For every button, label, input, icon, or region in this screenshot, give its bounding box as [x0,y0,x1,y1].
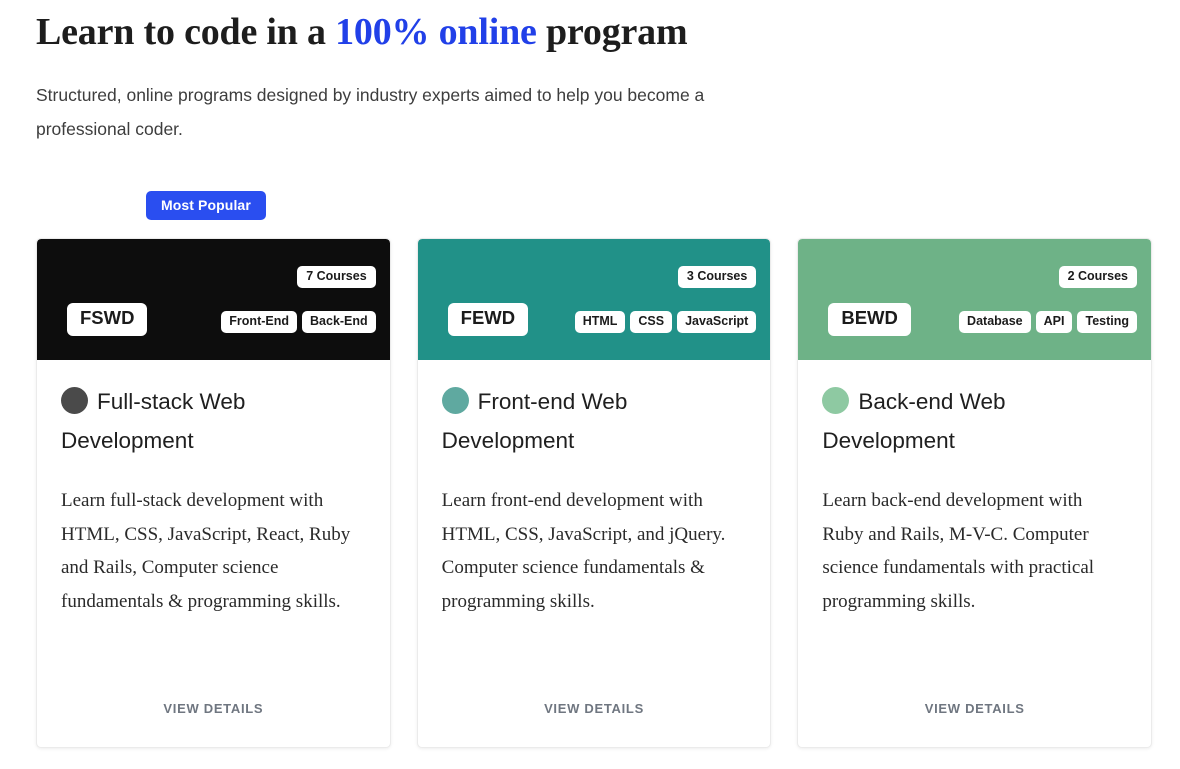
page-title-accent: 100% online [335,11,537,53]
program-tag: Testing [1077,311,1138,333]
card-body: Back-end Web Development Learn back-end … [798,360,1151,669]
course-count-badge: 3 Courses [677,266,757,288]
program-card[interactable]: 3 Courses FEWD HTML CSS JavaScript Front-e… [416,238,772,748]
card-title-text: Full-stack Web Development [61,389,246,453]
page-title-part2: program [536,11,688,53]
programs-page: Learn to code in a 100% online program S… [0,0,1180,769]
card-header: 7 Courses FSWD Front-End Back-End [37,239,390,360]
card-header: 2 Courses BEWD Database API Testing [798,239,1152,360]
card-description: Learn full-stack development with HTML, … [61,490,351,612]
card-description: Learn back-end development with Ruby and… [822,490,1095,612]
card-body: Front-end Web Development Learn front-en… [418,360,771,669]
program-card[interactable]: 7 Courses FSWD Front-End Back-End Full-st… [36,238,391,748]
program-tag: Back-End [302,311,376,333]
program-tag: Database [959,311,1031,333]
view-details-button[interactable]: View Details [925,701,1025,716]
view-details-button[interactable]: View Details [544,701,644,716]
program-color-dot-icon [61,387,88,414]
program-tag: Front-End [221,311,298,333]
page-title: Learn to code in a 100% online program [36,8,1144,56]
card-footer: View Details [418,669,771,747]
program-tag-row: Database API Testing [959,311,1138,333]
card-header: 3 Courses FEWD HTML CSS JavaScript [417,239,771,360]
program-tag: JavaScript [677,311,757,333]
page-title-part1: Learn to code in a [36,11,336,53]
page-subtitle: Structured, online programs designed by … [36,85,705,139]
card-title-text: Back-end Web Development [822,389,1006,453]
card-title: Full-stack Web Development [61,382,366,460]
card-title: Front-end Web Development [441,382,747,460]
most-popular-badge: Most Popular [146,191,266,220]
card-body: Full-stack Web Development Learn full-st… [37,360,390,669]
program-tag: CSS [630,311,673,333]
card-footer: View Details [798,669,1151,747]
program-color-dot-icon [822,387,850,414]
card-title-text: Front-end Web Development [441,389,628,453]
program-code-badge: FEWD [447,303,529,336]
view-details-button[interactable]: View Details [163,701,263,716]
hero-section: Learn to code in a 100% online program S… [0,0,1180,146]
card-footer: View Details [37,669,390,747]
program-card-list: 7 Courses FSWD Front-End Back-End Full-st… [36,238,1153,748]
course-count-badge: 2 Courses [1058,266,1138,288]
program-tag: HTML [574,311,626,333]
program-code-badge: FSWD [67,303,148,336]
program-card[interactable]: 2 Courses BEWD Database API Testing Back-e… [797,238,1153,748]
program-tag-row: Front-End Back-End [221,311,376,333]
program-tag: API [1035,311,1073,333]
program-code-badge: BEWD [828,303,911,336]
course-count-badge: 7 Courses [297,266,376,288]
program-color-dot-icon [441,387,469,414]
card-description: Learn front-end development with HTML, C… [441,490,726,612]
program-tag-row: HTML CSS JavaScript [574,311,757,333]
card-title: Back-end Web Development [822,382,1127,460]
badge-row: Most Popular [0,191,1180,223]
